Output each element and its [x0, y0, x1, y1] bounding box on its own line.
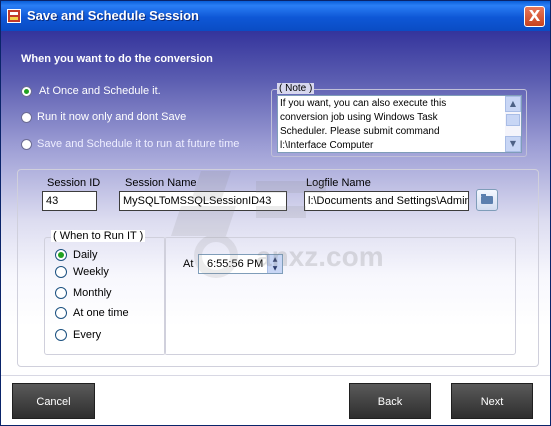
- cancel-button[interactable]: Cancel: [12, 383, 95, 419]
- watermark-logo: anxz.com: [171, 171, 384, 278]
- window-title: Save and Schedule Session: [27, 8, 199, 23]
- note-line: If you want, you can also execute this: [280, 98, 447, 109]
- save-schedule-dialog: Save and Schedule Session X When you wan…: [0, 0, 551, 426]
- session-id-label: Session ID: [47, 177, 101, 189]
- mode-radio-run-now[interactable]: [21, 112, 32, 123]
- note-legend: ( Note ): [277, 83, 315, 94]
- title-bar: Save and Schedule Session X: [1, 1, 550, 31]
- run-daily-label[interactable]: Daily: [73, 249, 97, 261]
- mode-label-run-now[interactable]: Run it now only and dont Save: [37, 111, 186, 123]
- note-textbox[interactable]: If you want, you can also execute this c…: [277, 95, 522, 153]
- run-weekly-radio[interactable]: [55, 266, 67, 278]
- button-separator: [1, 375, 550, 376]
- scroll-down-arrow-icon[interactable]: ▼: [505, 136, 521, 152]
- note-text: If you want, you can also execute this c…: [280, 97, 502, 152]
- mode-radio-at-once[interactable]: [21, 86, 32, 97]
- run-every-radio[interactable]: [55, 329, 67, 341]
- note-line: Scheduler. Please submit command: [280, 126, 440, 137]
- app-icon: [7, 9, 21, 23]
- next-button[interactable]: Next: [451, 383, 533, 419]
- mode-radio-future[interactable]: [21, 139, 32, 150]
- dialog-content: When you want to do the conversion At On…: [1, 31, 550, 425]
- watermark-text: anxz.com: [256, 241, 384, 272]
- run-at-one-time-label[interactable]: At one time: [73, 307, 129, 319]
- section-heading: When you want to do the conversion: [21, 53, 213, 65]
- folder-icon: [481, 194, 493, 204]
- run-monthly-radio[interactable]: [55, 287, 67, 299]
- when-to-run-legend: ( When to Run IT ): [51, 230, 146, 242]
- close-button[interactable]: X: [524, 6, 545, 27]
- run-every-label[interactable]: Every: [73, 329, 101, 341]
- note-line: l:\Interface Computer: [280, 140, 374, 151]
- browse-button[interactable]: [476, 189, 498, 211]
- run-monthly-label[interactable]: Monthly: [73, 287, 112, 299]
- run-at-one-time-radio[interactable]: [55, 307, 67, 319]
- run-daily-radio[interactable]: [55, 249, 67, 261]
- note-line: conversion job using Windows Task: [280, 112, 438, 123]
- session-id-input[interactable]: 43: [42, 191, 97, 211]
- run-weekly-label[interactable]: Weekly: [73, 266, 109, 278]
- mode-label-future[interactable]: Save and Schedule it to run at future ti…: [37, 138, 239, 150]
- scroll-up-arrow-icon[interactable]: ▲: [505, 96, 521, 112]
- scroll-thumb[interactable]: [506, 114, 520, 126]
- back-button[interactable]: Back: [349, 383, 431, 419]
- note-scrollbar[interactable]: ▲ ▼: [505, 96, 521, 152]
- mode-label-at-once[interactable]: At Once and Schedule it.: [39, 85, 161, 97]
